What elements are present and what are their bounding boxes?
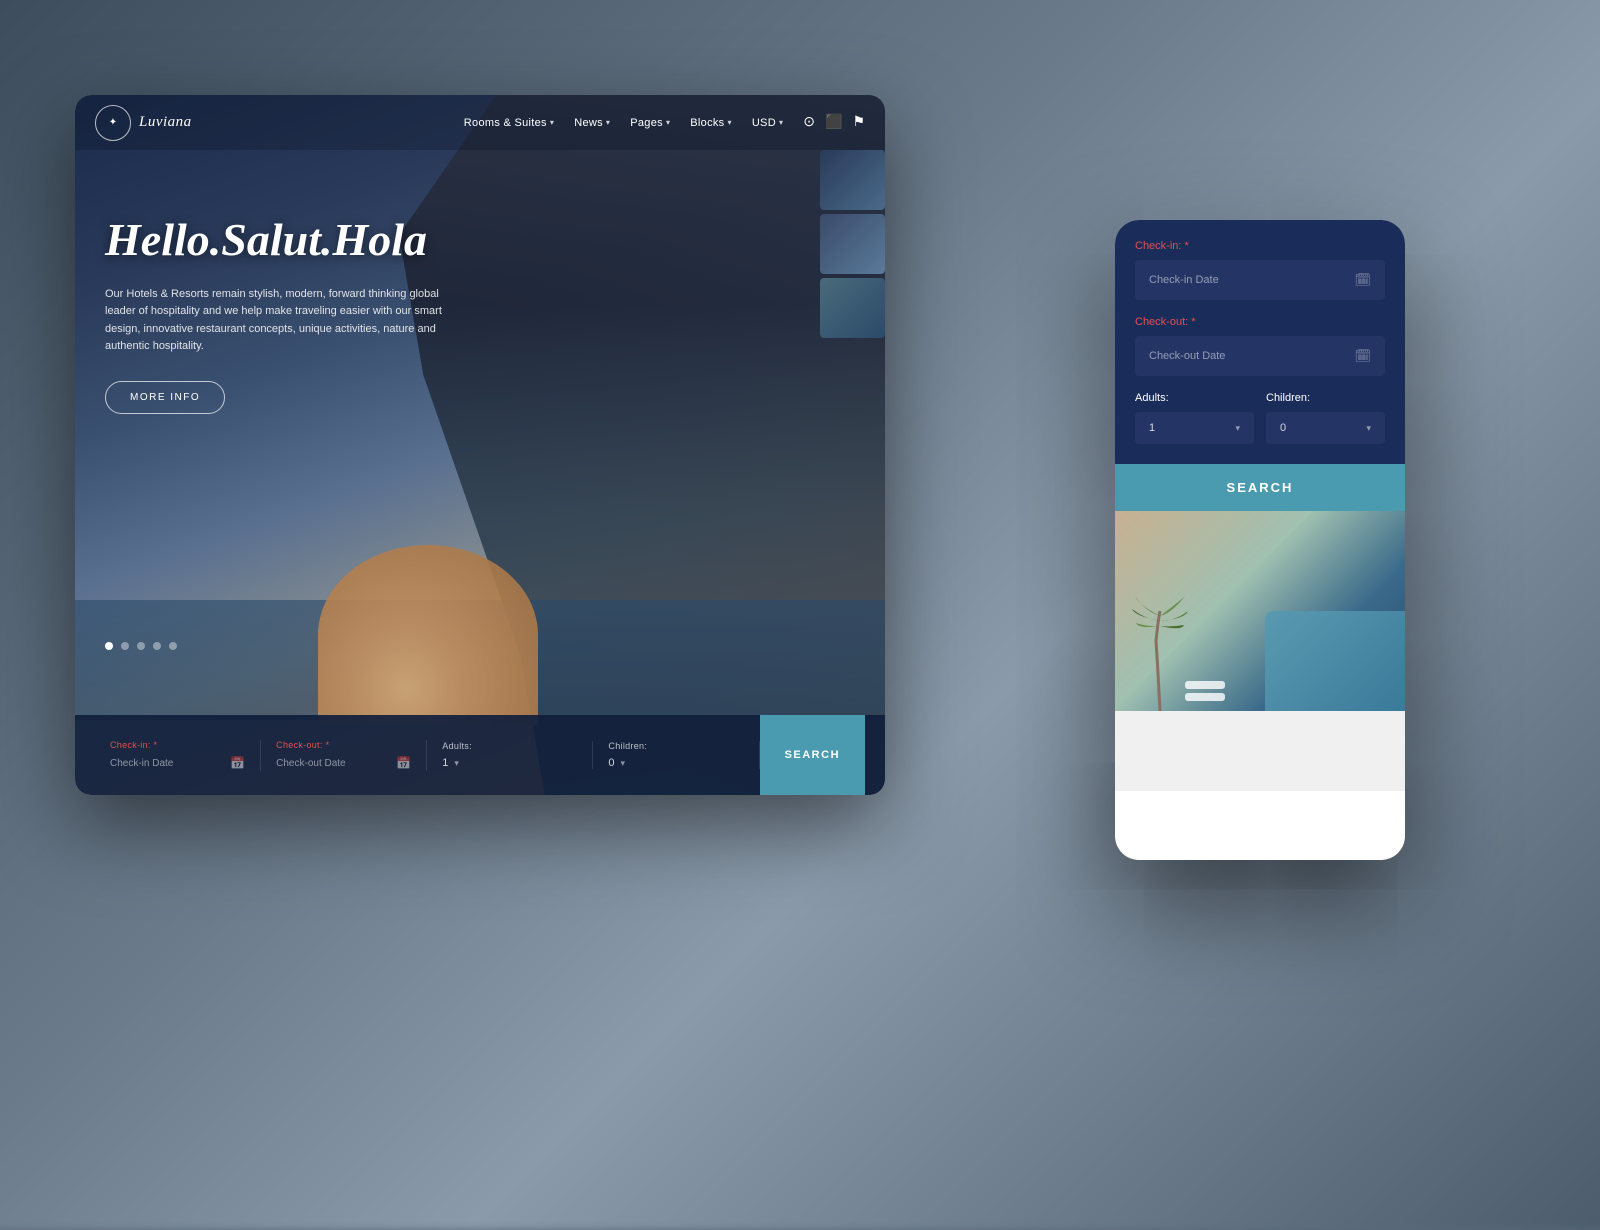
lounge-chair-1 xyxy=(1185,693,1225,701)
checkout-required: * xyxy=(325,740,329,750)
children-select[interactable]: 0 ▾ xyxy=(608,757,743,769)
nav-news[interactable]: News ▾ xyxy=(574,117,610,129)
thumbnail-2 xyxy=(820,214,885,274)
logo-icon: ✦ xyxy=(95,105,131,141)
flag-icon[interactable]: ⚑ xyxy=(852,114,865,131)
checkout-calendar-icon: 📅 xyxy=(396,756,411,771)
mobile-adults-field: Adults: 1 ▾ xyxy=(1135,392,1254,444)
adults-arrow: ▾ xyxy=(454,758,459,769)
desktop-mockup: ✦ Luviana Rooms & Suites ▾ News ▾ Pages … xyxy=(75,95,885,795)
hero-subtitle: Our Hotels & Resorts remain stylish, mod… xyxy=(105,286,455,356)
blocks-dropdown-arrow: ▾ xyxy=(727,118,731,127)
nav-links: Rooms & Suites ▾ News ▾ Pages ▾ Blocks ▾… xyxy=(464,117,783,129)
mobile-adults-arrow: ▾ xyxy=(1235,423,1240,434)
pages-dropdown-arrow: ▾ xyxy=(666,118,670,127)
thumbnail-3 xyxy=(820,278,885,338)
instagram-icon[interactable]: ⊙ xyxy=(803,114,815,131)
mobile-guests-row: Adults: 1 ▾ Children: 0 ▾ xyxy=(1135,392,1385,444)
mobile-children-arrow: ▾ xyxy=(1366,423,1371,434)
dot-2[interactable] xyxy=(121,642,129,650)
dome-building xyxy=(318,545,538,725)
mobile-children-select[interactable]: 0 ▾ xyxy=(1266,412,1385,444)
mobile-checkout-input[interactable]: Check-out Date 🗓 xyxy=(1135,336,1385,376)
slider-dots xyxy=(105,642,177,650)
dot-4[interactable] xyxy=(153,642,161,650)
hero-content: Hello.Salut.Hola Our Hotels & Resorts re… xyxy=(105,215,455,414)
mobile-children-field: Children: 0 ▾ xyxy=(1266,392,1385,444)
children-arrow: ▾ xyxy=(621,758,626,769)
children-field: Children: 0 ▾ xyxy=(593,741,759,769)
checkin-calendar-icon: 📅 xyxy=(230,756,245,771)
mobile-property-image xyxy=(1115,511,1405,711)
news-dropdown-arrow: ▾ xyxy=(606,118,610,127)
checkout-label: Check-out: * xyxy=(276,740,411,750)
nav-usd[interactable]: USD ▾ xyxy=(752,117,783,129)
mobile-mockup: Check-in: * Check-in Date 🗓 Check-out: *… xyxy=(1115,220,1405,860)
nav-social-icons: ⊙ ⬛ ⚑ xyxy=(803,114,865,131)
rooms-dropdown-arrow: ▾ xyxy=(550,118,554,127)
nav-blocks[interactable]: Blocks ▾ xyxy=(690,117,732,129)
more-info-button[interactable]: MORE INFO xyxy=(105,381,225,414)
adults-label: Adults: xyxy=(442,741,577,751)
mobile-checkout-calendar-icon: 🗓 xyxy=(1354,348,1371,364)
checkin-required: * xyxy=(154,740,158,750)
usd-dropdown-arrow: ▾ xyxy=(779,118,783,127)
checkin-field: Check-in: * Check-in Date 📅 xyxy=(95,740,261,771)
dot-3[interactable] xyxy=(137,642,145,650)
mobile-children-label: Children: xyxy=(1266,392,1385,404)
mobile-adults-select[interactable]: 1 ▾ xyxy=(1135,412,1254,444)
adults-select[interactable]: 1 ▾ xyxy=(442,757,577,769)
logo-area[interactable]: ✦ Luviana xyxy=(95,105,192,141)
pool-area xyxy=(1265,611,1405,711)
mobile-checkin-label: Check-in: * xyxy=(1135,240,1385,252)
nav-rooms-suites[interactable]: Rooms & Suites ▾ xyxy=(464,117,554,129)
mobile-checkout-label: Check-out: * xyxy=(1135,316,1385,328)
palm-tree-svg xyxy=(1130,591,1190,711)
hero-section: ✦ Luviana Rooms & Suites ▾ News ▾ Pages … xyxy=(75,95,885,795)
thumbnail-1 xyxy=(820,150,885,210)
mobile-booking-form: Check-in: * Check-in Date 🗓 Check-out: *… xyxy=(1115,220,1405,464)
mobile-search-button[interactable]: SEARCH xyxy=(1115,464,1405,511)
logo-text: Luviana xyxy=(139,114,192,131)
mobile-white-section xyxy=(1115,711,1405,791)
thumbnail-gallery xyxy=(820,150,885,338)
checkin-label: Check-in: * xyxy=(110,740,245,750)
desktop-search-button[interactable]: SEARCH xyxy=(760,715,865,795)
lounge-chair-2 xyxy=(1185,681,1225,689)
mobile-adults-label: Adults: xyxy=(1135,392,1254,404)
checkout-input-wrap[interactable]: Check-out Date 📅 xyxy=(276,756,411,771)
children-label: Children: xyxy=(608,741,743,751)
checkin-placeholder: Check-in Date xyxy=(110,758,173,769)
adults-field: Adults: 1 ▾ xyxy=(427,741,593,769)
navigation-bar: ✦ Luviana Rooms & Suites ▾ News ▾ Pages … xyxy=(75,95,885,150)
mobile-checkin-input[interactable]: Check-in Date 🗓 xyxy=(1135,260,1385,300)
adults-value: 1 xyxy=(442,757,448,769)
checkin-input-wrap[interactable]: Check-in Date 📅 xyxy=(110,756,245,771)
checkout-placeholder: Check-out Date xyxy=(276,758,345,769)
nav-pages[interactable]: Pages ▾ xyxy=(630,117,670,129)
camera-icon[interactable]: ⬛ xyxy=(825,114,842,131)
dot-1[interactable] xyxy=(105,642,113,650)
mobile-checkin-calendar-icon: 🗓 xyxy=(1354,272,1371,288)
booking-bar: Check-in: * Check-in Date 📅 Check-out: *… xyxy=(75,715,885,795)
hero-title: Hello.Salut.Hola xyxy=(105,215,455,266)
dot-5[interactable] xyxy=(169,642,177,650)
checkout-field: Check-out: * Check-out Date 📅 xyxy=(261,740,427,771)
children-value: 0 xyxy=(608,757,614,769)
